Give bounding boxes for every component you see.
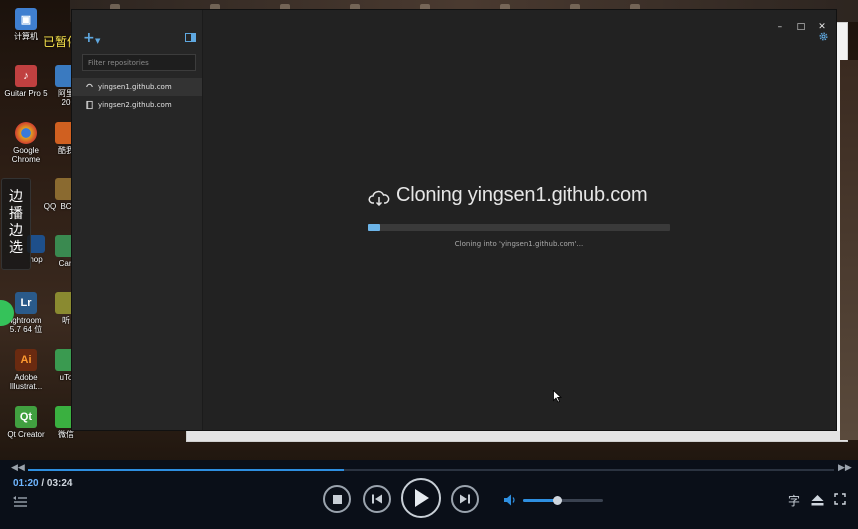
seek-row: ◀◀ ▶▶ xyxy=(0,462,858,476)
chrome-icon xyxy=(15,122,37,144)
rewind-icon[interactable]: ◀◀ xyxy=(11,463,25,473)
side-banner-char: 播 xyxy=(9,206,23,222)
previous-button[interactable] xyxy=(363,485,391,513)
side-banner-char: 边 xyxy=(9,223,23,239)
side-banner-char: 选 xyxy=(9,240,23,256)
computer-icon: ▣ xyxy=(15,8,37,30)
time-current: 01:20 xyxy=(13,478,39,489)
filter-repositories-input[interactable] xyxy=(82,54,196,71)
time-display: 01:20 / 03:24 xyxy=(13,478,73,489)
fullscreen-icon[interactable] xyxy=(834,493,846,505)
minimize-button[interactable]: – xyxy=(772,22,788,32)
qt-creator-icon: Qt xyxy=(15,406,37,428)
skip-back-icon xyxy=(372,494,382,504)
eject-icon[interactable] xyxy=(811,494,824,506)
volume-knob[interactable] xyxy=(553,496,563,505)
next-button[interactable] xyxy=(451,485,479,513)
clone-status-text: Cloning into 'yingsen1.github.com'... xyxy=(454,240,584,248)
repo-icon xyxy=(86,100,93,110)
clone-progress-bar xyxy=(368,224,670,231)
play-icon xyxy=(415,489,429,507)
playlist-icon[interactable] xyxy=(13,495,27,507)
cloud-download-icon xyxy=(368,190,390,206)
media-player-bar: ◀◀ ▶▶ 01:20 / 03:24 字 xyxy=(0,460,858,529)
seek-bar-fill xyxy=(28,469,344,471)
clone-progress-fill xyxy=(368,224,381,231)
volume-icon[interactable] xyxy=(504,494,518,506)
repo-name: yingsen2.github.com xyxy=(98,101,172,109)
volume-slider[interactable] xyxy=(523,496,603,505)
github-desktop-window: +▼ yingsen1.github.com yingsen2.github.c… xyxy=(72,10,836,430)
panel-toggle-icon[interactable] xyxy=(185,33,196,42)
window-controls: – □ ✕ xyxy=(772,14,830,32)
desktop-icon-label: 微信 xyxy=(58,430,74,439)
repo-name: yingsen1.github.com xyxy=(98,83,172,91)
sidebar-divider xyxy=(202,10,203,430)
time-total: 03:24 xyxy=(46,478,73,489)
clone-title-text: Cloning yingsen1.github.com xyxy=(396,184,648,206)
desktop: ▣ 计算机 ♪ Guitar Pro 5 Google Chrome hop L… xyxy=(0,0,858,460)
sync-spinner-icon xyxy=(86,83,93,88)
skip-forward-icon xyxy=(460,494,470,504)
stop-icon xyxy=(332,494,342,504)
maximize-button[interactable]: □ xyxy=(793,22,809,32)
illustrator-icon: Ai xyxy=(15,349,37,371)
guitar-pro-icon: ♪ xyxy=(15,65,37,87)
seek-bar[interactable] xyxy=(28,469,834,471)
mouse-cursor-icon xyxy=(553,390,562,403)
add-repository-button[interactable]: + ▼ xyxy=(83,31,103,45)
volume-fill xyxy=(523,499,558,502)
time-separator: / xyxy=(38,478,47,489)
background-panel xyxy=(840,60,858,440)
play-button[interactable] xyxy=(401,478,441,518)
repository-sidebar: +▼ yingsen1.github.com yingsen2.github.c… xyxy=(72,10,202,430)
repo-item-yingsen1[interactable]: yingsen1.github.com xyxy=(72,78,202,96)
lightroom-icon: Lr xyxy=(15,292,37,314)
side-banner[interactable]: 边 播 边 选 xyxy=(1,178,31,270)
background-window-footer xyxy=(187,431,847,441)
repo-item-yingsen2[interactable]: yingsen2.github.com xyxy=(72,96,202,114)
plus-icon: + xyxy=(83,30,95,46)
side-banner-char: 边 xyxy=(9,189,23,205)
subtitle-button[interactable]: 字 xyxy=(788,492,800,509)
caret-down-icon: ▼ xyxy=(95,37,101,45)
fast-forward-icon[interactable]: ▶▶ xyxy=(838,463,852,473)
gear-icon[interactable] xyxy=(818,31,829,42)
stop-button[interactable] xyxy=(323,485,351,513)
